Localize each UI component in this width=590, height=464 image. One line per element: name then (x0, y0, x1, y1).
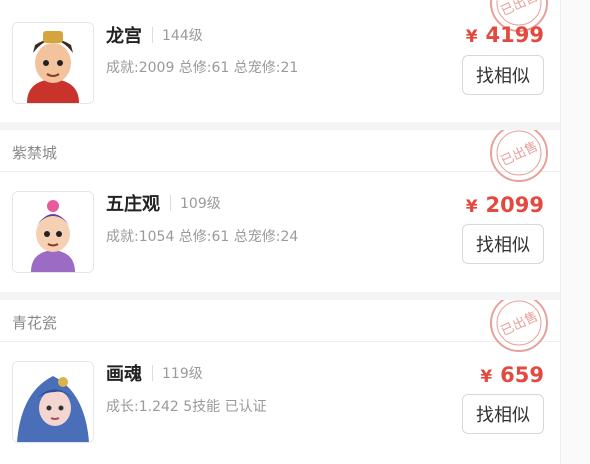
price-value: 4199 (485, 23, 544, 47)
find-similar-button[interactable]: 找相似 (462, 224, 544, 264)
role-level: 144级 (162, 28, 203, 44)
title-line: 画魂 119级 (106, 360, 203, 386)
currency-symbol: ¥ (480, 367, 493, 387)
role-name: 龙宫 (106, 26, 142, 47)
role-name: 五庄观 (106, 194, 160, 215)
pet-level: 119级 (162, 366, 203, 382)
pet-avatar[interactable] (12, 361, 94, 443)
find-similar-button[interactable]: 找相似 (462, 394, 544, 434)
price: ¥2099 (466, 193, 544, 217)
find-similar-button[interactable]: 找相似 (462, 55, 544, 95)
divider (170, 195, 171, 211)
title-line: 五庄观 109级 (106, 190, 221, 216)
sold-stamp-icon: 已出售 (490, 300, 548, 352)
role-stats: 成就:2009 总修:61 总宠修:21 (106, 60, 299, 76)
price-value: 659 (500, 363, 544, 387)
role-level: 109级 (180, 196, 221, 212)
svg-text:已出售: 已出售 (498, 0, 540, 19)
server-name: 紫禁城 (12, 144, 58, 162)
svg-text:已出售: 已出售 (498, 138, 540, 169)
role-stats: 成就:1054 总修:61 总宠修:24 (106, 229, 299, 245)
longgong-character-avatar-icon (13, 23, 93, 103)
listing-card[interactable]: 青花瓷 已出售 画魂 119级 成长:1.242 5技能 已认证 ¥659 找相… (0, 300, 560, 464)
currency-symbol: ¥ (465, 27, 478, 47)
title-line: 龙宫 144级 (106, 22, 203, 48)
divider (152, 365, 153, 381)
sold-listings: 已出售 龙宫 144级 成就:2009 总修:61 总宠修:21 ¥4199 找… (0, 0, 560, 464)
huahun-pet-avatar-icon (13, 362, 93, 442)
listing-card[interactable]: 已出售 龙宫 144级 成就:2009 总修:61 总宠修:21 ¥4199 找… (0, 0, 560, 122)
sold-stamp-icon: 已出售 (490, 130, 548, 182)
divider (152, 27, 153, 43)
currency-symbol: ¥ (465, 197, 478, 217)
wuzhuangguan-character-avatar-icon (13, 192, 93, 272)
character-avatar[interactable] (12, 191, 94, 273)
pet-name: 画魂 (106, 364, 142, 385)
price-value: 2099 (485, 193, 544, 217)
server-name: 青花瓷 (12, 314, 58, 332)
server-row: 紫禁城 (0, 130, 560, 172)
price: ¥659 (480, 363, 544, 387)
scrollbar[interactable] (560, 0, 590, 464)
character-avatar[interactable] (12, 22, 94, 104)
pet-stats: 成长:1.242 5技能 已认证 (106, 399, 267, 415)
price: ¥4199 (466, 23, 544, 47)
server-row: 青花瓷 (0, 300, 560, 342)
svg-text:已出售: 已出售 (498, 308, 540, 339)
listing-card[interactable]: 紫禁城 已出售 五庄观 109级 成就:1054 总修:61 总宠修:24 ¥2… (0, 130, 560, 292)
